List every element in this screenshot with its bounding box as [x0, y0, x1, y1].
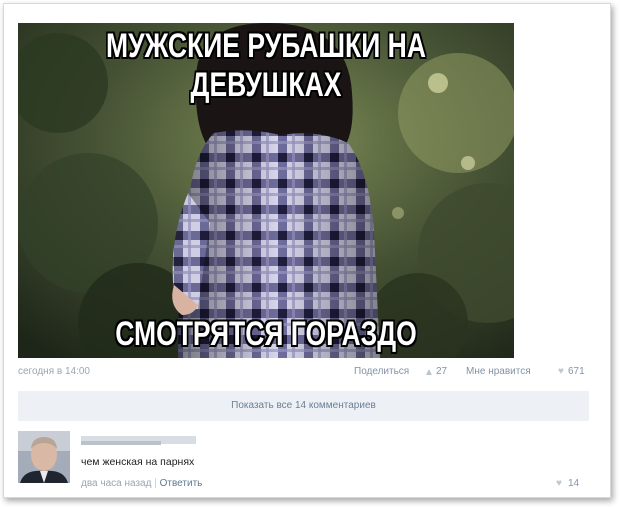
megaphone-icon[interactable]: ▲ [424, 367, 434, 378]
avatar[interactable] [18, 431, 70, 483]
like-button[interactable]: Мне нравится [466, 366, 531, 377]
comment-like-count: 14 [568, 478, 580, 489]
post-time[interactable]: сегодня в 14:00 [18, 366, 90, 377]
avatar-illustration [18, 431, 70, 483]
author-name-redacted-line [81, 441, 161, 445]
comment-meta: два часа назад | Ответить [81, 478, 202, 489]
reply-button[interactable]: Ответить [160, 478, 203, 489]
like-count: 671 [568, 366, 585, 377]
heart-icon[interactable]: ♥ [558, 366, 564, 377]
caption-top: МУЖСКИЕ РУБАШКИ НА ДЕВУШКАХ [106, 27, 426, 104]
share-button[interactable]: Поделиться [354, 366, 409, 377]
share-count: 27 [436, 366, 448, 377]
show-all-comments-button[interactable]: Показать все 14 комментариев [18, 391, 589, 421]
post-actions: сегодня в 14:00 Поделиться ▲ 27 Мне нрав… [18, 366, 588, 380]
comment-separator: | [154, 478, 157, 489]
comment-item: чем женская на парнях два часа назад | О… [18, 431, 598, 491]
heart-icon[interactable]: ♥ [556, 478, 562, 489]
comment-time[interactable]: два часа назад [81, 478, 151, 489]
post-card: МУЖСКИЕ РУБАШКИ НА ДЕВУШКАХ СМОТРЯТСЯ ГО… [3, 3, 611, 498]
comment-text: чем женская на парнях [81, 456, 195, 468]
post-image[interactable]: МУЖСКИЕ РУБАШКИ НА ДЕВУШКАХ СМОТРЯТСЯ ГО… [18, 23, 514, 358]
caption-bottom: СМОТРЯТСЯ ГОРАЗДО ЛУЧШЕ [115, 315, 417, 358]
